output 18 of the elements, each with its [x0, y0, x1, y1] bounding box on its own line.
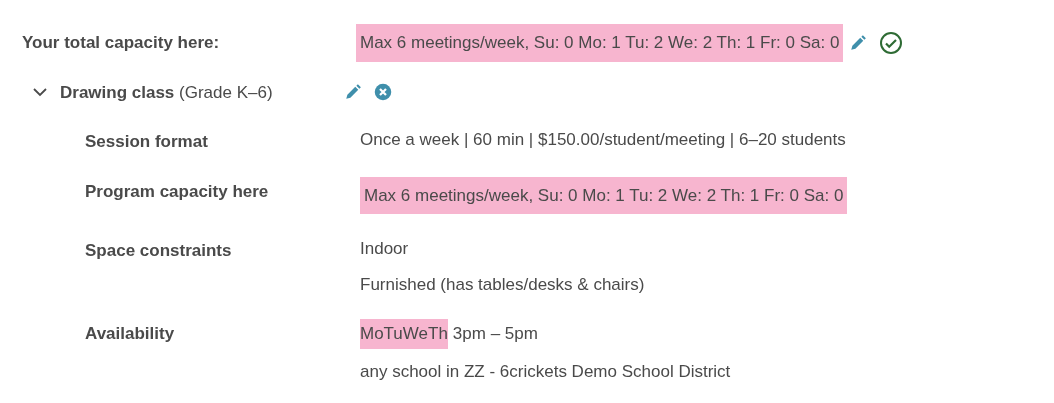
detail-label: Session format — [85, 131, 209, 153]
pencil-icon[interactable] — [849, 33, 868, 52]
pencil-icon[interactable] — [344, 83, 362, 102]
detail-text: 3pm – 5pm — [452, 323, 538, 345]
detail-text: Max 6 meetings/week, Su: 0 Mo: 1 Tu: 2 We: 2 Th: 1 Fr: 0 Sa: 0 — [360, 176, 848, 214]
detail-text: any school in ZZ - 6crickets Demo School District — [360, 360, 731, 383]
detail-text: Max 6 meetings/week, Su: 0 Mo: 1 Tu: 2 We: 2 Th: 1 Fr: 0 Sa: 0 — [356, 24, 844, 62]
close-icon[interactable] — [374, 83, 392, 102]
program-title: Drawing class (Grade K–6) — [60, 81, 274, 104]
check-circle-icon[interactable] — [879, 30, 904, 55]
detail-text: MoTuWeTh — [360, 319, 448, 349]
capacity-label: Your total capacity here: — [22, 32, 221, 54]
detail-text: Once a week | 60 min | $150.00/student/meeting | 6–20 students — [360, 129, 846, 151]
detail-label: Space constraints — [85, 240, 233, 262]
detail-label: Availability — [85, 323, 176, 345]
detail-text: Furnished (has tables/desks & chairs) — [360, 273, 645, 296]
detail-label: Program capacity here — [85, 180, 270, 203]
detail-text: Indoor — [360, 238, 409, 260]
